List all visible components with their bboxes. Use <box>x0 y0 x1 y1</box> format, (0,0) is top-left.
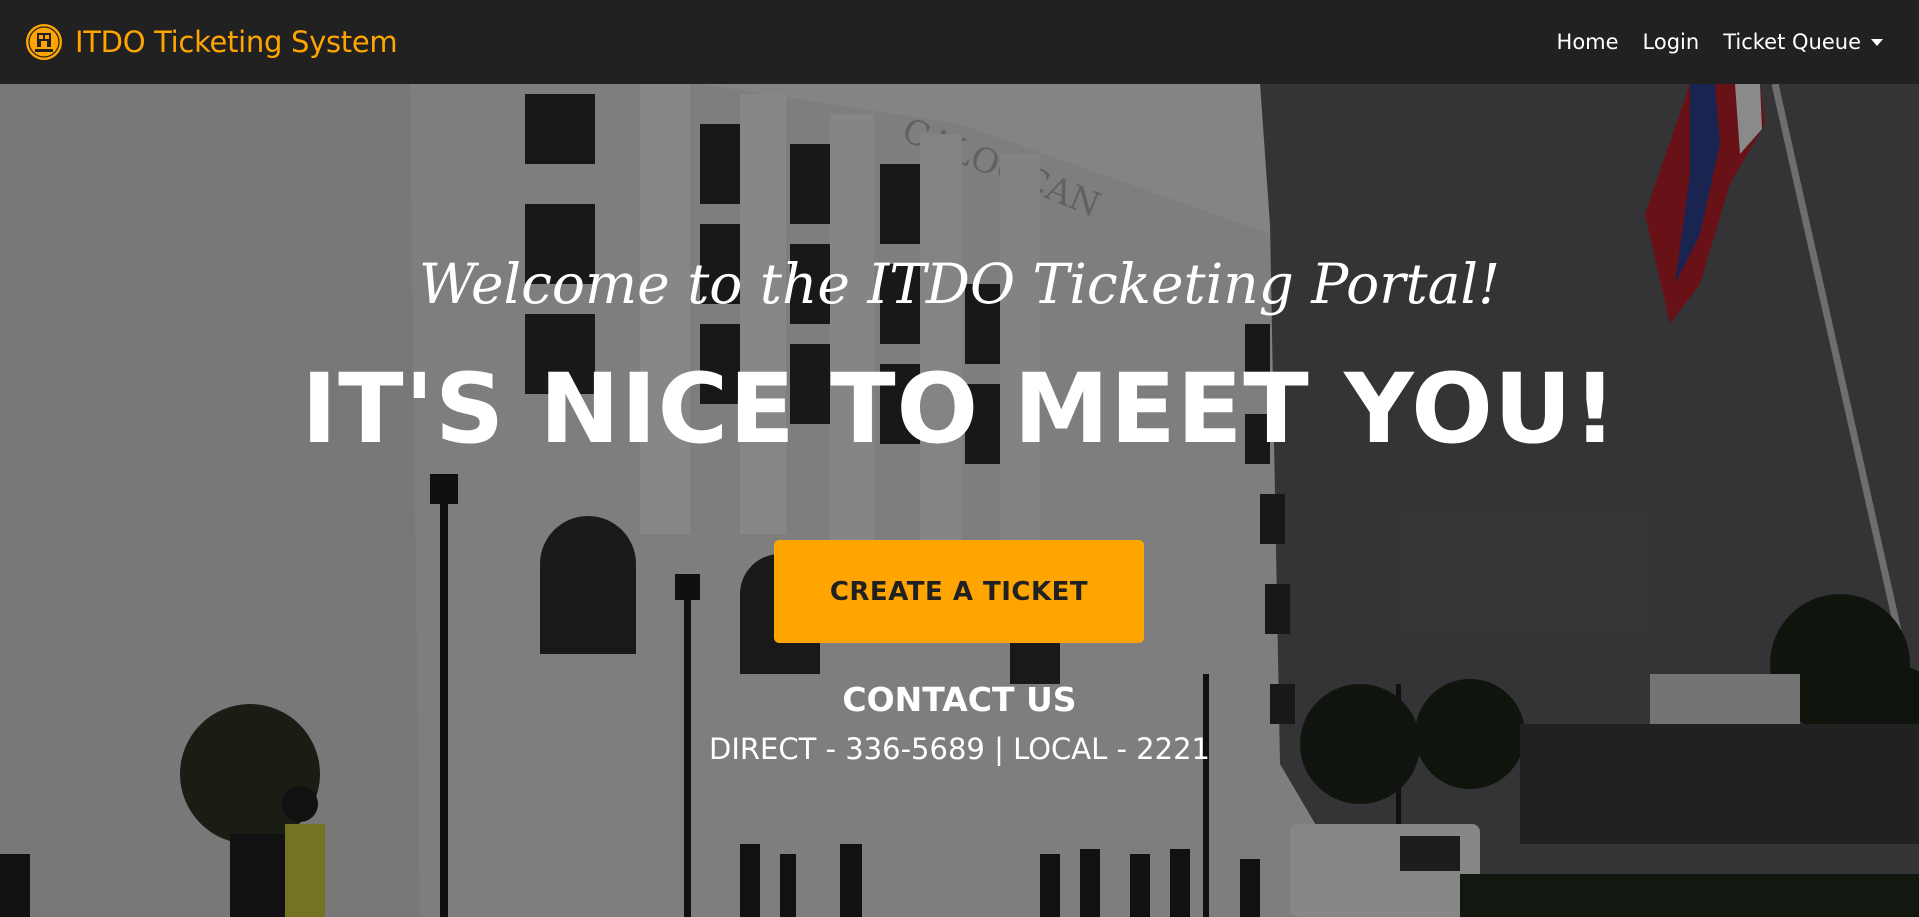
brand-link[interactable]: ITDO Ticketing System <box>24 22 398 62</box>
hero-section: CALOOCAN <box>0 84 1919 917</box>
nav-ticket-queue-dropdown[interactable]: Ticket Queue <box>1723 30 1883 54</box>
hero-subheading: Welcome to the ITDO Ticketing Portal! <box>418 252 1501 316</box>
create-ticket-button[interactable]: CREATE A TICKET <box>774 540 1144 643</box>
hero-heading: IT'S NICE TO MEET YOU! <box>301 353 1618 465</box>
ticket-queue-label: Ticket Queue <box>1723 30 1861 54</box>
nav-links: Home Login Ticket Queue <box>1533 30 1883 54</box>
navbar: ITDO Ticketing System Home Login Ticket … <box>0 0 1919 84</box>
nav-home-link[interactable]: Home <box>1557 30 1619 54</box>
brand-title: ITDO Ticketing System <box>75 25 398 59</box>
nav-login-link[interactable]: Login <box>1643 30 1700 54</box>
contact-us-title: CONTACT US <box>842 680 1077 719</box>
chevron-down-icon <box>1871 38 1883 46</box>
contact-separator: | <box>994 732 1004 766</box>
contact-direct: DIRECT - 336-5689 <box>709 732 985 766</box>
city-seal-logo <box>25 23 63 61</box>
contact-local: LOCAL - 2221 <box>1013 732 1210 766</box>
contact-numbers: DIRECT - 336-5689 | LOCAL - 2221 <box>0 729 1919 769</box>
hero-content: Welcome to the ITDO Ticketing Portal! IT… <box>0 84 1919 917</box>
